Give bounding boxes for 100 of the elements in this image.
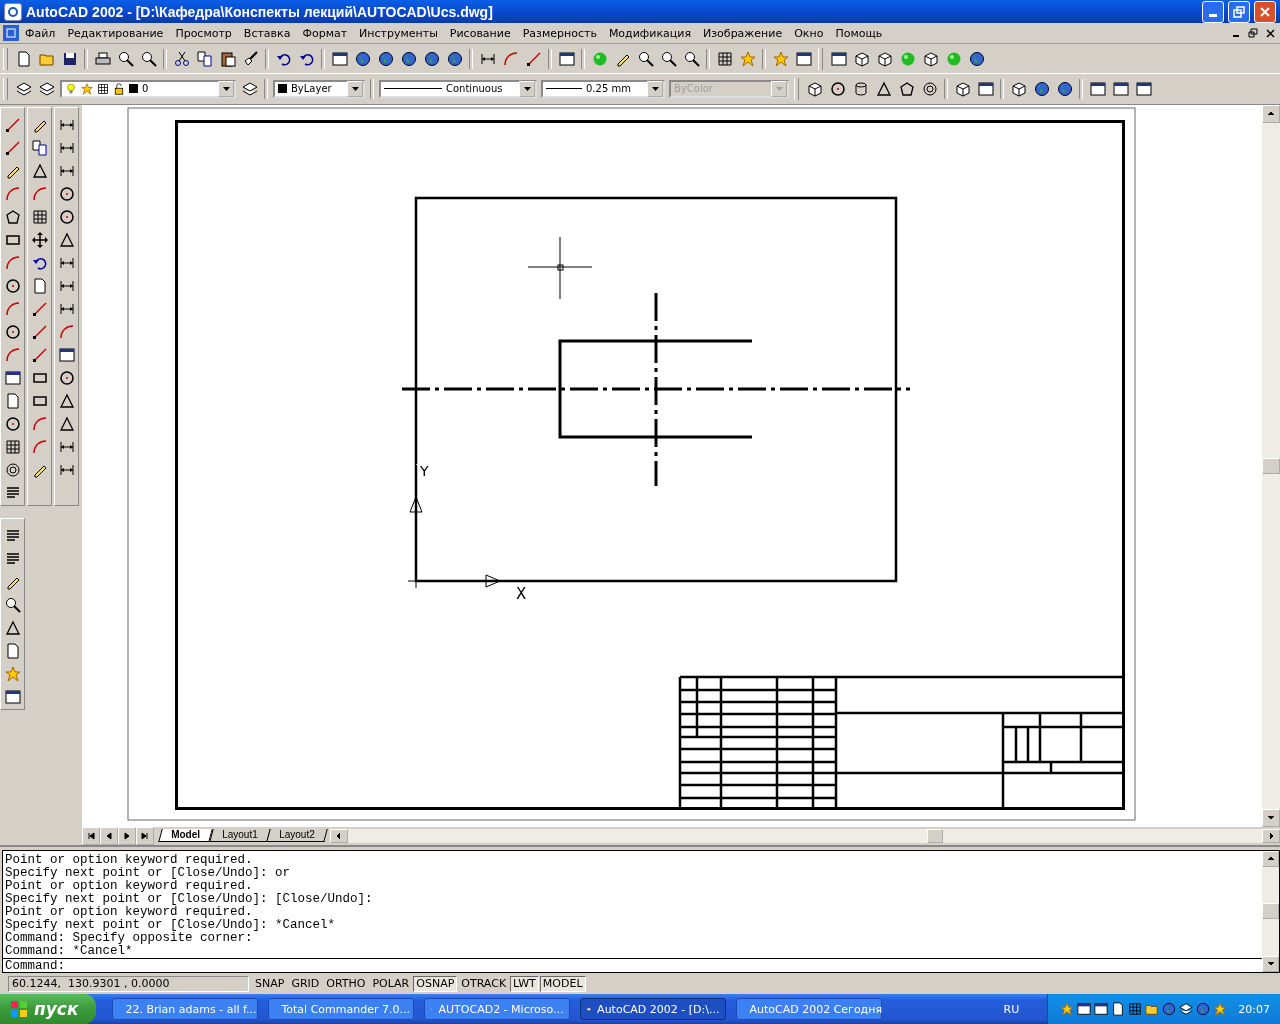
- globe-icon[interactable]: [446, 50, 463, 67]
- cylinder-icon[interactable]: [852, 80, 869, 97]
- text-lines-icon[interactable]: [4, 551, 21, 567]
- magnifier-icon[interactable]: [140, 50, 157, 67]
- circle-icon[interactable]: [58, 209, 75, 225]
- star-icon[interactable]: [772, 50, 789, 67]
- status-toggle[interactable]: SNAP: [252, 976, 288, 993]
- pages-icon[interactable]: [196, 50, 213, 67]
- taskbar-button[interactable]: AutoCAD 2002 - [D:\...: [580, 998, 727, 1020]
- line-icon[interactable]: [31, 347, 48, 363]
- globe-icon[interactable]: [354, 50, 371, 67]
- cube-icon[interactable]: [853, 50, 870, 67]
- arc-icon[interactable]: [31, 186, 48, 202]
- globe-icon[interactable]: [1056, 80, 1073, 97]
- triangle-icon[interactable]: [58, 232, 75, 248]
- menu-item[interactable]: Редактирование: [61, 26, 170, 40]
- status-toggle[interactable]: ORTHO: [323, 976, 369, 993]
- rectangle-icon[interactable]: [4, 232, 21, 248]
- polygon-icon[interactable]: [4, 209, 21, 225]
- line-icon[interactable]: [31, 301, 48, 317]
- status-toggle[interactable]: MODEL: [539, 976, 586, 993]
- layer-dropdown[interactable]: 0: [60, 79, 236, 98]
- ring-icon[interactable]: [4, 462, 21, 478]
- triangle-icon[interactable]: [58, 416, 75, 432]
- magnifier-icon[interactable]: [683, 50, 700, 67]
- brush-icon[interactable]: [242, 50, 259, 67]
- text-lines-icon[interactable]: [4, 485, 21, 501]
- triangle-icon[interactable]: [31, 163, 48, 179]
- scroll-up-button[interactable]: [1262, 850, 1279, 867]
- color-dropdown[interactable]: ByLayer: [273, 79, 365, 98]
- taskbar-button[interactable]: 22. Brian adams - all f...: [112, 998, 259, 1020]
- circle-icon[interactable]: [4, 278, 21, 294]
- magnifier-icon[interactable]: [4, 597, 21, 613]
- arc-icon[interactable]: [58, 324, 75, 340]
- pages-icon[interactable]: [31, 140, 48, 156]
- menu-item[interactable]: Файл: [19, 26, 62, 40]
- dimension-icon[interactable]: [58, 439, 75, 455]
- circle-icon[interactable]: [4, 324, 21, 340]
- menu-item[interactable]: Вставка: [237, 26, 297, 40]
- arc-icon[interactable]: [31, 416, 48, 432]
- arc-icon[interactable]: [502, 50, 519, 67]
- command-input-field[interactable]: Command:: [3, 957, 1262, 974]
- status-toggle[interactable]: OSNAP: [413, 976, 458, 993]
- grid-icon[interactable]: [716, 50, 733, 67]
- start-button[interactable]: пуск: [0, 994, 97, 1024]
- circle-icon[interactable]: [829, 80, 846, 97]
- menu-item[interactable]: Окно: [788, 26, 830, 40]
- scissors-icon[interactable]: [173, 50, 190, 67]
- taskbar-button[interactable]: AutoCAD 2002 Сегодня: [736, 998, 883, 1020]
- line-icon[interactable]: [525, 50, 542, 67]
- restore-button[interactable]: [1228, 0, 1250, 23]
- menu-item[interactable]: Рисование: [443, 26, 517, 40]
- status-toggle[interactable]: LWT: [510, 976, 539, 993]
- dimension-icon[interactable]: [58, 163, 75, 179]
- close-button[interactable]: [1263, 26, 1277, 40]
- close-button[interactable]: [1254, 0, 1276, 23]
- circle-icon[interactable]: [58, 370, 75, 386]
- magnifier-icon[interactable]: [637, 50, 654, 67]
- rectangle-icon[interactable]: [31, 393, 48, 409]
- layout-tab[interactable]: Layout2: [266, 829, 328, 842]
- arc-icon[interactable]: [4, 255, 21, 271]
- scroll-down-button[interactable]: [1262, 955, 1279, 972]
- scrollbar-thumb[interactable]: [1262, 457, 1280, 474]
- dimension-icon[interactable]: [58, 140, 75, 156]
- text-lines-icon[interactable]: [4, 528, 21, 544]
- layout-tab[interactable]: Layout1: [209, 829, 271, 842]
- ring-icon[interactable]: [921, 80, 938, 97]
- triangle-icon[interactable]: [875, 80, 892, 97]
- star-icon[interactable]: [4, 666, 21, 682]
- grid-icon[interactable]: [4, 439, 21, 455]
- arc-icon[interactable]: [31, 439, 48, 455]
- printer-icon[interactable]: [94, 50, 111, 67]
- dimension-icon[interactable]: [58, 462, 75, 478]
- cube-icon[interactable]: [954, 80, 971, 97]
- globe-icon[interactable]: [1033, 80, 1050, 97]
- status-toggle[interactable]: OTRACK: [458, 976, 510, 993]
- taskbar-button[interactable]: Total Commander 7.0...: [268, 998, 415, 1020]
- scroll-left-button[interactable]: [330, 828, 349, 843]
- layers-icon[interactable]: [38, 80, 55, 97]
- cube-icon[interactable]: [876, 50, 893, 67]
- line-icon[interactable]: [31, 324, 48, 340]
- taskbar-button[interactable]: AUTOCAD2 - Microso...: [424, 998, 571, 1020]
- globe-icon[interactable]: [423, 50, 440, 67]
- layers-icon[interactable]: [1179, 1002, 1194, 1016]
- dimension-icon[interactable]: [58, 278, 75, 294]
- globe-icon[interactable]: [968, 50, 985, 67]
- document-icon[interactable]: [3, 25, 19, 42]
- status-toggle[interactable]: POLAR: [369, 976, 413, 993]
- magnifier-icon[interactable]: [660, 50, 677, 67]
- menu-item[interactable]: Помощь: [829, 26, 889, 40]
- arc-icon[interactable]: [4, 301, 21, 317]
- layout-tab[interactable]: Model: [158, 829, 213, 842]
- grid-icon[interactable]: [31, 209, 48, 225]
- line-icon[interactable]: [4, 140, 21, 156]
- line-icon[interactable]: [4, 117, 21, 133]
- lineweight-dropdown[interactable]: 0.25 mm: [541, 79, 665, 98]
- star-icon[interactable]: [739, 50, 756, 67]
- scroll-down-button[interactable]: [1262, 808, 1280, 827]
- cube-icon[interactable]: [1010, 80, 1027, 97]
- arc-icon[interactable]: [4, 186, 21, 202]
